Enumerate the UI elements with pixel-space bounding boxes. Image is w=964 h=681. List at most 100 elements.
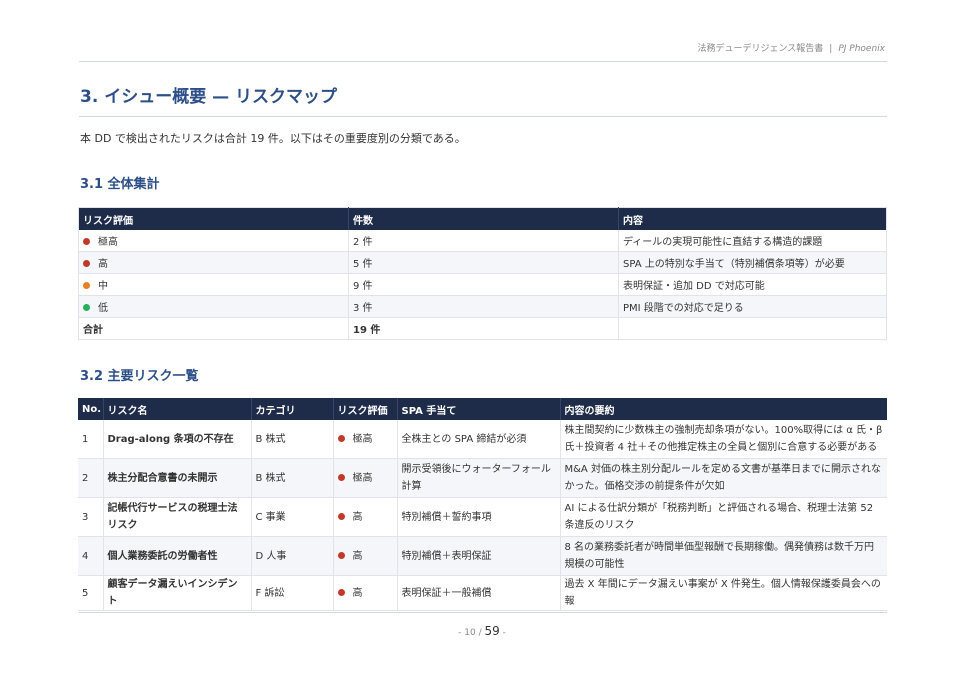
risk-name-cell: Drag-along 条項の不存在	[102, 420, 251, 459]
summary-row: 高 5 件 SPA 上の特別な手当て（特別補償条項等）が必要	[78, 251, 887, 274]
risk-level-label: 極高	[98, 237, 118, 248]
summary-row: 極高 2 件ディールの実現可能性に直結する構造的課題	[78, 230, 887, 252]
category-cell: B 株式	[250, 420, 333, 459]
risk-level-dot-icon	[337, 434, 345, 442]
risk-number-cell: 1	[78, 420, 103, 459]
column-header: 内容の要約	[559, 398, 887, 420]
spa-measure-cell: 特別補償＋表明保証	[396, 536, 560, 576]
project-name: PJ Phoenix	[838, 44, 885, 54]
column-header: カテゴリ	[250, 398, 333, 420]
risk-level-label: 極高	[352, 472, 373, 484]
risk-name-cell: 株主分配合意書の未開示	[102, 458, 251, 498]
risk-number-cell: 5	[78, 575, 103, 611]
risk-row: 5 顧客データ漏えいインシデント F 訴訟 高 表明保証＋一般補償 過去 X 年間にデータ…	[78, 575, 887, 611]
risk-table: No. リスク名 カテゴリ リスク評価 SPA 手当て 内容の要約 1 Drag-…	[78, 398, 887, 611]
category-cell: B 株式	[250, 458, 333, 498]
risk-number-cell: 3	[78, 497, 103, 537]
category-cell: D 人事	[250, 536, 333, 576]
risk-row: 3 記帳代行サービスの税理士法リスク C 事業 高 特別補償＋誓約事項 AI による仕訳分…	[78, 497, 887, 537]
risk-level-cell: 極高	[332, 420, 397, 459]
risk-header-row: No. リスク名 カテゴリ リスク評価 SPA 手当て 内容の要約	[78, 398, 887, 420]
risk-row: 1 Drag-along 条項の不存在 B 株式 極高 全株主との SPA 締結が必須株…	[78, 420, 887, 459]
risk-level-cell: 高	[332, 536, 397, 576]
risk-level-label: 低	[98, 303, 108, 314]
risk-number-cell: 2	[78, 458, 103, 498]
page-suffix: -	[499, 628, 506, 638]
header-divider	[79, 61, 887, 62]
page-number: - 10 / 59 -	[0, 624, 964, 638]
count-cell: 3 件	[348, 295, 619, 318]
count-cell: 5 件	[348, 251, 619, 274]
current-page: 10	[464, 628, 476, 638]
summary-table: リスク評価 件数 内容 極高 2 件ディールの実現可能性に直結する構造的課題高 5 …	[78, 207, 887, 340]
content-cell: SPA 上の特別な手当て（特別補償条項等）が必要	[618, 251, 887, 274]
total-pages: 59	[484, 624, 500, 638]
column-header: リスク名	[102, 398, 251, 420]
count-cell: 9 件	[348, 273, 619, 296]
section-title: 3. イシュー概要 — リスクマップ	[80, 87, 338, 107]
summary-row: 中 9 件表明保証・追加 DD で対応可能	[78, 273, 887, 296]
risk-level-cell: 中	[78, 273, 349, 296]
risk-level-dot-icon	[83, 304, 90, 311]
summary-heading: 3.1 全体集計	[80, 177, 160, 192]
column-header: 件数	[348, 207, 619, 230]
risk-level-label: 高	[352, 511, 363, 523]
risk-level-cell: 極高	[332, 458, 397, 498]
column-header: No.	[78, 398, 103, 420]
spa-measure-cell: 開示受領後にウォーターフォール計算	[396, 458, 560, 498]
risk-level-label: 高	[98, 259, 108, 270]
summary-cell: AI による仕訳分類が「税務判断」と評価される場合、税理士法第 52 条違反のリ…	[559, 497, 887, 537]
risk-level-label: 高	[352, 550, 363, 562]
risk-level-dot-icon	[337, 588, 345, 596]
report-page: 法務デューデリジェンス報告書 | PJ Phoenix 3. イシュー概要 — リス…	[0, 0, 964, 681]
summary-total-row: 合計 19 件	[78, 317, 887, 340]
risk-level-cell: 高	[332, 497, 397, 537]
category-cell: F 訴訟	[250, 575, 333, 611]
risk-level-label: 中	[98, 281, 108, 292]
category-cell: C 事業	[250, 497, 333, 537]
risk-level-dot-icon	[337, 512, 345, 520]
title-divider	[79, 116, 887, 117]
summary-cell: 株主間契約に少数株主の強制売却条項がない。100%取得には α 氏・β 氏＋投資…	[559, 420, 887, 459]
count-cell: 2 件	[348, 230, 619, 252]
risk-level-cell: 低	[78, 295, 349, 318]
risk-level-dot-icon	[337, 473, 345, 481]
risk-list-heading: 3.2 主要リスク一覧	[80, 369, 199, 384]
risk-level-label: 高	[352, 587, 363, 599]
summary-row: 低 3 件 PMI 段階での対応で足りる	[78, 295, 887, 318]
total-content-cell	[618, 317, 887, 340]
risk-row: 4 個人業務委託の労働者性 D 人事 高 特別補償＋表明保証 8 名の業務委託者が時間単価…	[78, 536, 887, 576]
risk-level-dot-icon	[83, 260, 90, 267]
risk-level-label: 極高	[352, 433, 373, 445]
summary-cell: M&A 対価の株主別分配ルールを定める文書が基準日までに開示されなかった。価格交…	[559, 458, 887, 498]
content-cell: ディールの実現可能性に直結する構造的課題	[618, 230, 887, 252]
header-separator: |	[829, 44, 833, 54]
risk-level-dot-icon	[337, 551, 345, 559]
spa-measure-cell: 特別補償＋誓約事項	[396, 497, 560, 537]
total-label-cell: 合計	[78, 317, 349, 340]
risk-row: 2 株主分配合意書の未開示 B 株式 極高 開示受領後にウォーターフォール計算 M&A 対…	[78, 458, 887, 498]
risk-level-cell: 高	[78, 251, 349, 274]
risk-name-cell: 記帳代行サービスの税理士法リスク	[102, 497, 251, 537]
summary-header-row: リスク評価 件数 内容	[78, 207, 887, 230]
risk-level-dot-icon	[83, 238, 90, 245]
spa-measure-cell: 表明保証＋一般補償	[396, 575, 560, 611]
column-header: SPA 手当て	[396, 398, 560, 420]
running-header: 法務デューデリジェンス報告書 | PJ Phoenix	[697, 41, 885, 54]
risk-level-cell: 高	[332, 575, 397, 611]
risk-level-cell: 極高	[78, 230, 349, 252]
document-title: 法務デューデリジェンス報告書	[697, 44, 824, 54]
content-cell: 表明保証・追加 DD で対応可能	[618, 273, 887, 296]
spa-measure-cell: 全株主との SPA 締結が必須	[396, 420, 560, 459]
content-cell: PMI 段階での対応で足りる	[618, 295, 887, 318]
intro-paragraph: 本 DD で検出されたリスクは合計 19 件。以下はその重要度別の分類である。	[80, 132, 466, 145]
column-header: リスク評価	[332, 398, 397, 420]
risk-name-cell: 顧客データ漏えいインシデント	[102, 575, 251, 611]
column-header: リスク評価	[78, 207, 349, 230]
risk-name-cell: 個人業務委託の労働者性	[102, 536, 251, 576]
risk-number-cell: 4	[78, 536, 103, 576]
footer-divider	[79, 612, 887, 613]
risk-level-dot-icon	[83, 282, 90, 289]
summary-cell: 8 名の業務委託者が時間単価型報酬で長期稼働。偶発債務は数千万円規模の可能性	[559, 536, 887, 576]
summary-cell: 過去 X 年間にデータ漏えい事案が X 件発生。個人情報保護委員会への報	[559, 575, 887, 611]
